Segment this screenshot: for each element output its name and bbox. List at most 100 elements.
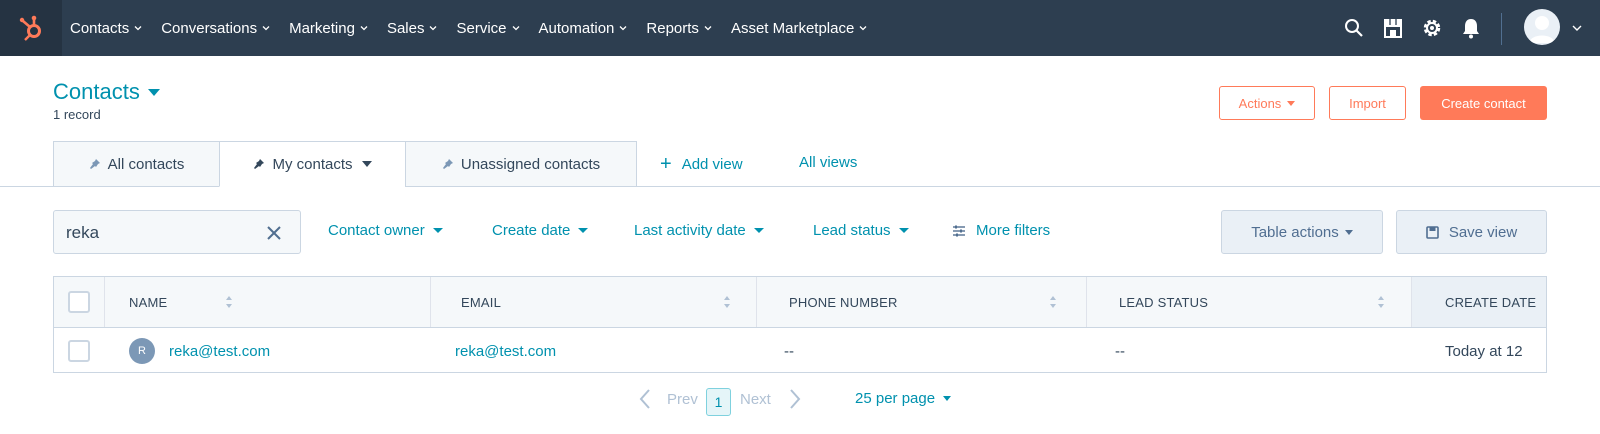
contacts-table: NAME EMAIL PHONE NUMBER LEAD STATUS CREA…	[53, 276, 1547, 373]
tab-my-contacts[interactable]: My contacts	[219, 141, 406, 187]
save-icon	[1426, 225, 1439, 239]
tab-unassigned-contacts[interactable]: Unassigned contacts	[405, 141, 637, 187]
tab-label: My contacts	[272, 155, 353, 173]
column-header-name[interactable]: NAME	[105, 277, 431, 327]
chevron-left-icon	[639, 389, 650, 409]
sort-icon	[1050, 296, 1056, 308]
column-header-lead-status[interactable]: LEAD STATUS	[1087, 277, 1412, 327]
contact-avatar: R	[129, 338, 155, 364]
column-label: CREATE DATE	[1445, 294, 1537, 310]
search-input[interactable]	[66, 221, 256, 245]
nav-label: Service	[456, 19, 507, 37]
filter-label: Contact owner	[328, 222, 425, 239]
pin-icon	[89, 159, 100, 169]
top-navigation: Contacts Conversations Marketing Sales S…	[0, 0, 1600, 56]
nav-item-asset-marketplace[interactable]: Asset Marketplace	[731, 20, 868, 37]
sort-icon	[1378, 296, 1384, 308]
column-header-email[interactable]: EMAIL	[431, 277, 757, 327]
next-label: Next	[740, 390, 771, 408]
nav-item-sales[interactable]: Sales	[387, 20, 439, 37]
gear-icon[interactable]	[1420, 16, 1444, 40]
marketplace-icon[interactable]	[1381, 16, 1405, 40]
nav-divider	[1501, 13, 1502, 45]
page-title-label: Contacts	[53, 79, 140, 104]
plus-icon: +	[660, 153, 672, 175]
caret-down-icon	[432, 228, 443, 233]
table-row[interactable]: R reka@test.com reka@test.com -- -- Toda…	[54, 328, 1546, 372]
chevron-down-icon	[619, 26, 627, 31]
nav-label: Reports	[646, 19, 699, 37]
contact-phone-cell: --	[784, 342, 794, 360]
nav-item-automation[interactable]: Automation	[539, 20, 629, 37]
contact-email-cell[interactable]: reka@test.com	[455, 328, 556, 372]
search-box	[53, 210, 301, 254]
save-view-label: Save view	[1448, 223, 1518, 241]
table-actions-button[interactable]: Table actions	[1221, 210, 1383, 254]
column-header-create-date[interactable]: CREATE DATE	[1412, 277, 1546, 327]
column-label: PHONE NUMBER	[789, 294, 898, 310]
save-view-button[interactable]: Save view	[1396, 210, 1547, 254]
nav-item-marketing[interactable]: Marketing	[289, 20, 369, 37]
actions-button[interactable]: Actions	[1219, 86, 1315, 120]
chevron-down-icon	[704, 26, 712, 31]
filter-contact-owner[interactable]: Contact owner	[328, 222, 443, 239]
filter-label: Create date	[492, 222, 571, 239]
hubspot-logo-icon[interactable]	[0, 0, 62, 56]
filter-lead-status[interactable]: Lead status	[813, 222, 909, 239]
caret-down-icon	[1344, 229, 1353, 235]
caret-down-icon	[753, 228, 764, 233]
column-label: EMAIL	[461, 294, 502, 310]
nav-label: Automation	[538, 19, 615, 37]
search-icon[interactable]	[1342, 16, 1366, 40]
nav-item-reports[interactable]: Reports	[646, 20, 713, 37]
nav-label: Marketing	[289, 19, 355, 37]
chevron-right-icon	[790, 389, 801, 409]
nav-label: Asset Marketplace	[730, 19, 855, 37]
import-button[interactable]: Import	[1329, 86, 1406, 120]
sort-icon	[724, 296, 730, 308]
tab-label: Unassigned contacts	[460, 155, 601, 173]
chevron-down-icon[interactable]	[1571, 23, 1583, 33]
contact-name-cell[interactable]: R reka@test.com	[129, 328, 270, 372]
select-all-cell	[54, 277, 105, 327]
add-view-label: Add view	[681, 155, 743, 173]
nav-item-conversations[interactable]: Conversations	[161, 20, 271, 37]
caret-down-icon	[898, 228, 909, 233]
sort-icon	[226, 296, 232, 308]
filter-create-date[interactable]: Create date	[492, 222, 589, 239]
more-filters-button[interactable]: More filters	[952, 222, 1050, 239]
chevron-down-icon	[859, 26, 867, 31]
import-label: Import	[1349, 95, 1386, 111]
prev-page-button[interactable]: Prev	[638, 388, 698, 410]
chevron-down-icon	[262, 26, 270, 31]
create-contact-button[interactable]: Create contact	[1420, 86, 1547, 120]
pin-icon	[442, 159, 453, 169]
nav-item-contacts[interactable]: Contacts	[70, 20, 143, 37]
user-avatar[interactable]	[1524, 9, 1560, 45]
table-actions-label: Table actions	[1251, 223, 1339, 241]
add-view-button[interactable]: + Add view	[660, 154, 743, 174]
per-page-dropdown[interactable]: 25 per page	[855, 390, 952, 407]
chevron-down-icon	[134, 26, 142, 31]
close-icon[interactable]	[264, 223, 284, 243]
chevron-down-icon	[430, 26, 437, 31]
page-title[interactable]: Contacts	[53, 79, 160, 105]
select-all-checkbox[interactable]	[68, 291, 90, 313]
create-contact-label: Create contact	[1441, 95, 1526, 111]
actions-label: Actions	[1238, 95, 1282, 111]
bell-icon[interactable]	[1459, 16, 1483, 40]
caret-down-icon	[361, 161, 372, 167]
filter-label: Lead status	[813, 222, 891, 239]
contact-lead-status-cell: --	[1115, 342, 1125, 360]
nav-item-service[interactable]: Service	[456, 20, 520, 37]
page-number-current[interactable]: 1	[706, 388, 731, 416]
prev-label: Prev	[667, 390, 698, 408]
filter-last-activity-date[interactable]: Last activity date	[634, 222, 764, 239]
column-header-phone-number[interactable]: PHONE NUMBER	[757, 277, 1087, 327]
tab-all-contacts[interactable]: All contacts	[53, 141, 220, 187]
next-page-button[interactable]: Next	[740, 388, 802, 410]
all-views-link[interactable]: All views	[799, 154, 857, 171]
chevron-down-icon	[360, 26, 368, 31]
caret-down-icon	[147, 88, 160, 96]
row-checkbox[interactable]	[68, 340, 90, 362]
